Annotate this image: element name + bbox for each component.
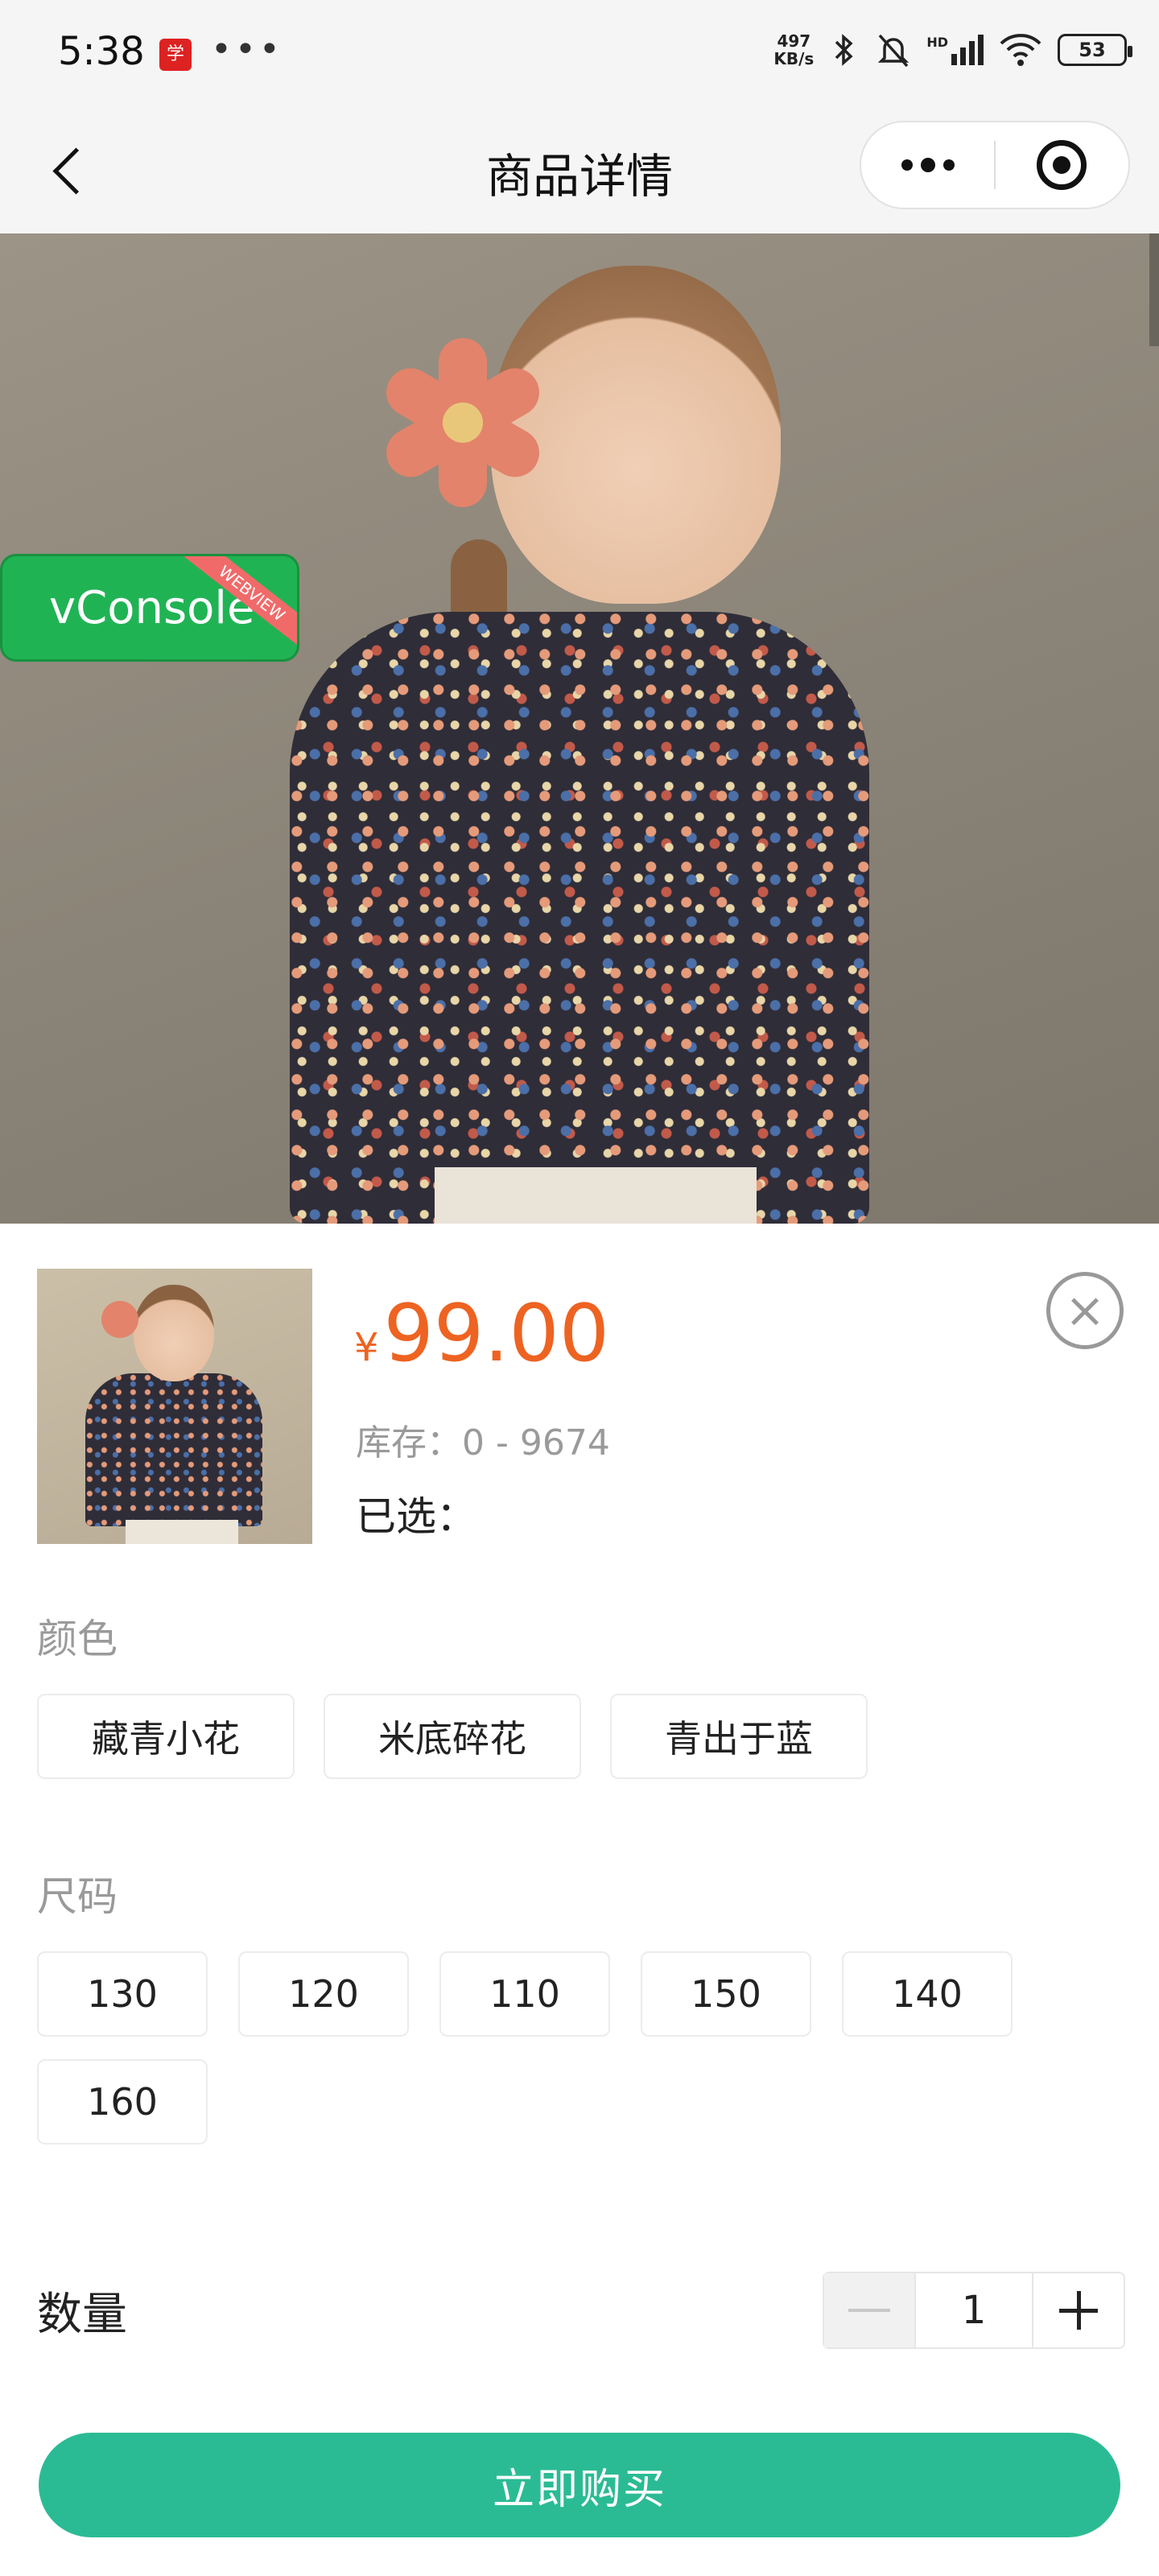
status-time: 5:38 <box>58 29 145 74</box>
size-option[interactable]: 140 <box>842 1951 1013 2037</box>
battery-level: 53 <box>1079 39 1106 61</box>
product-thumbnail <box>37 1269 312 1544</box>
wifi-icon <box>1000 34 1041 66</box>
status-indicators: 497 KB/s HD 53 <box>773 31 1132 69</box>
size-option[interactable]: 120 <box>238 1951 409 2037</box>
vconsole-label: vConsole <box>49 581 255 634</box>
bluetooth-icon <box>835 34 853 66</box>
scrollbar[interactable] <box>1149 233 1159 346</box>
app-notification-icon: 学 <box>159 39 192 71</box>
quantity-stepper: 1 <box>823 2272 1125 2349</box>
color-label: 颜色 <box>37 1616 118 1662</box>
navigation-bar: 商品详情 <box>0 105 1159 233</box>
product-price: ¥ 99.00 <box>354 1288 609 1380</box>
network-speed-value: 497 <box>777 31 811 51</box>
sku-selection-sheet: ¥ 99.00 库存：0 - 9674 已选： × 颜色 藏青小花 米底碎花 青… <box>0 1224 1159 2576</box>
close-mini-program-button[interactable] <box>996 122 1128 208</box>
hd-label: HD <box>926 35 948 50</box>
buy-now-button[interactable]: 立即购买 <box>39 2433 1120 2537</box>
minus-icon[interactable] <box>824 2273 914 2347</box>
size-option[interactable]: 160 <box>37 2059 208 2145</box>
battery-indicator: 53 <box>1058 34 1132 66</box>
stock-info: 库存：0 - 9674 <box>356 1422 610 1463</box>
mute-bell-icon <box>878 34 909 68</box>
plus-icon[interactable] <box>1033 2273 1124 2347</box>
size-label: 尺码 <box>37 1873 118 1920</box>
selected-spec: 已选： <box>356 1493 476 1540</box>
image-flower <box>377 338 548 507</box>
color-option[interactable]: 藏青小花 <box>37 1694 295 1779</box>
network-speed-unit: KB/s <box>773 49 815 68</box>
color-option[interactable]: 青出于蓝 <box>610 1694 868 1779</box>
price-value: 99.00 <box>383 1288 610 1380</box>
cell-signal-icon: HD <box>926 35 984 65</box>
status-bar: 5:38 学 ••• 497 KB/s HD 53 <box>0 0 1159 105</box>
size-option[interactable]: 130 <box>37 1951 208 2037</box>
color-option[interactable]: 米底碎花 <box>324 1694 581 1779</box>
product-hero-image[interactable] <box>0 233 1159 1224</box>
image-blouse <box>290 612 869 1224</box>
image-pants <box>435 1167 757 1224</box>
vconsole-button[interactable]: vConsole WEBVIEW <box>0 554 299 662</box>
more-dots-icon[interactable] <box>861 122 994 208</box>
quantity-label: 数量 <box>37 2289 127 2341</box>
size-option[interactable]: 150 <box>641 1951 811 2037</box>
size-option[interactable]: 110 <box>439 1951 610 2037</box>
network-speed: 497 KB/s <box>773 32 814 68</box>
close-icon[interactable]: × <box>1046 1272 1124 1349</box>
status-more-icon: ••• <box>211 29 283 70</box>
target-icon <box>1037 140 1087 190</box>
price-currency: ¥ <box>354 1325 379 1370</box>
mini-program-capsule <box>860 121 1130 209</box>
quantity-input[interactable]: 1 <box>914 2273 1033 2347</box>
